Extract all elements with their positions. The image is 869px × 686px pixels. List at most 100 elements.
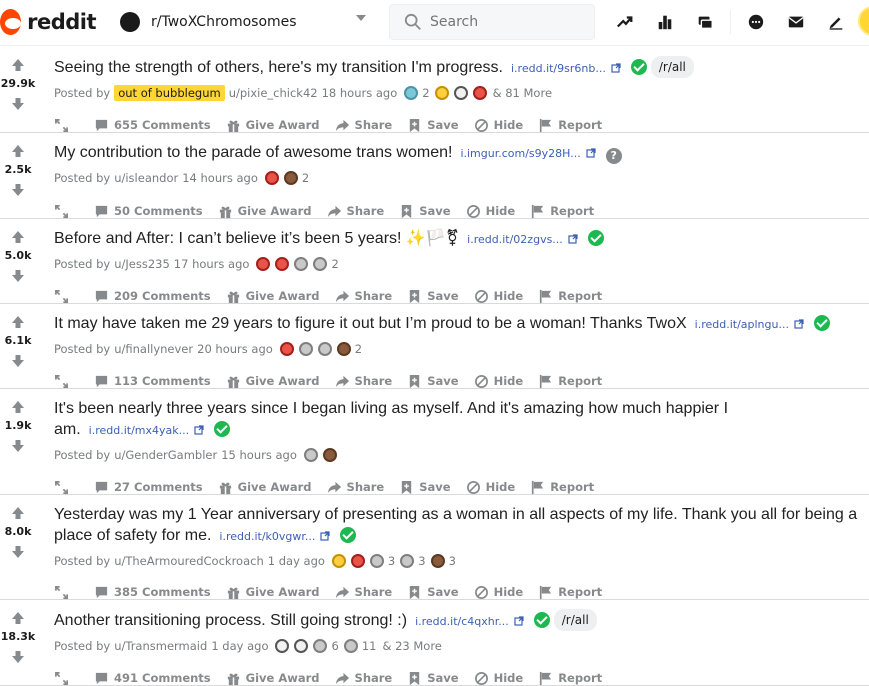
post-card[interactable]: 5.0k Before and After: I can’t believe it… bbox=[0, 219, 869, 304]
downvote-icon[interactable] bbox=[11, 544, 25, 558]
post-link-text[interactable]: i.redd.it/c4qxhr... bbox=[415, 615, 509, 628]
post-title[interactable]: My contribution to the parade of awesome… bbox=[54, 144, 452, 161]
award-icon[interactable] bbox=[336, 342, 351, 356]
downvote-icon[interactable] bbox=[11, 96, 25, 110]
hide-button[interactable]: Hide bbox=[474, 289, 523, 304]
upvote-icon[interactable] bbox=[11, 229, 25, 243]
award-icon[interactable] bbox=[313, 257, 328, 271]
post-card[interactable]: 8.0k Yesterday was my 1 Year anniversary … bbox=[0, 495, 869, 600]
post-link-text[interactable]: i.redd.it/9sr6nb... bbox=[511, 62, 606, 75]
report-button[interactable]: Report bbox=[538, 118, 602, 133]
post-title[interactable]: Yesterday was my 1 Year anniversary of p… bbox=[54, 506, 857, 544]
downvote-icon[interactable] bbox=[11, 268, 25, 282]
post-link[interactable]: i.redd.it/c4qxhr... bbox=[415, 615, 524, 628]
share-button[interactable]: Share bbox=[335, 585, 392, 600]
expand-button[interactable] bbox=[54, 204, 74, 219]
award-icon[interactable] bbox=[275, 639, 290, 653]
hide-button[interactable]: Hide bbox=[474, 585, 523, 600]
award-icon[interactable] bbox=[294, 639, 309, 653]
post-time[interactable]: 18 hours ago bbox=[322, 85, 398, 101]
save-button[interactable]: Save bbox=[407, 118, 459, 133]
award-icon[interactable] bbox=[400, 554, 415, 568]
report-button[interactable]: Report bbox=[538, 374, 602, 389]
share-button[interactable]: Share bbox=[335, 118, 392, 133]
give-award-button[interactable]: Give Award bbox=[226, 118, 320, 133]
award-icon[interactable] bbox=[404, 86, 419, 100]
give-award-button[interactable]: Give Award bbox=[218, 480, 312, 495]
award-icon[interactable] bbox=[430, 554, 445, 568]
award-icon[interactable] bbox=[343, 639, 358, 653]
expand-button[interactable] bbox=[54, 118, 74, 133]
post-card[interactable]: 6.1k It may have taken me 29 years to fig… bbox=[0, 304, 869, 389]
community-selector[interactable]: r/TwoXChromosomes bbox=[120, 8, 366, 36]
share-button[interactable]: Share bbox=[335, 289, 392, 304]
comments-button[interactable]: 50 Comments bbox=[94, 204, 203, 219]
hide-button[interactable]: Hide bbox=[466, 480, 515, 495]
stats-icon[interactable] bbox=[652, 9, 678, 35]
post-title[interactable]: Before and After: I can’t believe it’s b… bbox=[54, 230, 459, 247]
comments-button[interactable]: 655 Comments bbox=[94, 118, 211, 133]
post-card[interactable]: 29.9k Seeing the strength of others, here… bbox=[0, 47, 869, 133]
post-author[interactable]: u/pixie_chick42 bbox=[229, 85, 318, 101]
post-time[interactable]: 17 hours ago bbox=[174, 256, 250, 272]
expand-button[interactable] bbox=[54, 374, 74, 389]
post-card[interactable]: 1.9k It's been nearly three years since I… bbox=[0, 389, 869, 495]
post-time[interactable]: 15 hours ago bbox=[221, 447, 297, 463]
post-time[interactable]: 1 day ago bbox=[211, 638, 268, 654]
comments-button[interactable]: 209 Comments bbox=[94, 289, 211, 304]
award-icon[interactable] bbox=[294, 257, 309, 271]
award-icon[interactable] bbox=[472, 86, 487, 100]
post-author[interactable]: u/GenderGambler bbox=[114, 447, 217, 463]
r-all-flair[interactable]: /r/all bbox=[553, 609, 597, 631]
post-time[interactable]: 14 hours ago bbox=[182, 170, 258, 186]
save-button[interactable]: Save bbox=[399, 480, 451, 495]
post-link[interactable]: i.redd.it/k0vgwr... bbox=[219, 530, 331, 543]
share-button[interactable]: Share bbox=[327, 480, 384, 495]
create-post-icon[interactable] bbox=[823, 9, 849, 35]
coins-icon[interactable] bbox=[692, 9, 718, 35]
award-icon[interactable] bbox=[331, 554, 346, 568]
award-icon[interactable] bbox=[350, 554, 365, 568]
award-icon[interactable] bbox=[264, 171, 279, 185]
share-button[interactable]: Share bbox=[335, 374, 392, 389]
expand-button[interactable] bbox=[54, 585, 74, 600]
comments-button[interactable]: 491 Comments bbox=[94, 671, 211, 686]
post-author[interactable]: u/isleandor bbox=[114, 170, 178, 186]
post-card[interactable]: 2.5k My contribution to the parade of awe… bbox=[0, 133, 869, 219]
post-link[interactable]: i.imgur.com/s9y28H... bbox=[460, 147, 596, 160]
expand-button[interactable] bbox=[54, 671, 74, 686]
give-award-button[interactable]: Give Award bbox=[226, 671, 320, 686]
downvote-icon[interactable] bbox=[11, 182, 25, 196]
award-icon[interactable] bbox=[256, 257, 271, 271]
hide-button[interactable]: Hide bbox=[466, 204, 515, 219]
post-time[interactable]: 20 hours ago bbox=[197, 341, 273, 357]
chat-icon[interactable] bbox=[743, 9, 769, 35]
post-link[interactable]: i.redd.it/aplngu... bbox=[695, 318, 804, 331]
upvote-icon[interactable] bbox=[11, 505, 25, 519]
post-link[interactable]: i.redd.it/mx4yak... bbox=[89, 424, 204, 437]
downvote-icon[interactable] bbox=[11, 438, 25, 452]
mail-icon[interactable] bbox=[783, 9, 809, 35]
post-author[interactable]: u/TheArmouredCockroach bbox=[114, 553, 264, 569]
search-input[interactable] bbox=[430, 14, 580, 30]
more-awards[interactable]: & 81 More bbox=[493, 85, 552, 101]
upvote-icon[interactable] bbox=[11, 143, 25, 157]
upvote-icon[interactable] bbox=[11, 610, 25, 624]
save-button[interactable]: Save bbox=[407, 671, 459, 686]
award-icon[interactable] bbox=[298, 342, 313, 356]
award-icon[interactable] bbox=[313, 639, 328, 653]
hide-button[interactable]: Hide bbox=[474, 118, 523, 133]
search-box[interactable] bbox=[389, 4, 595, 40]
hide-button[interactable]: Hide bbox=[474, 374, 523, 389]
report-button[interactable]: Report bbox=[538, 289, 602, 304]
upvote-icon[interactable] bbox=[11, 399, 25, 413]
r-all-flair[interactable]: /r/all bbox=[650, 56, 694, 78]
save-button[interactable]: Save bbox=[399, 204, 451, 219]
award-icon[interactable] bbox=[369, 554, 384, 568]
hide-button[interactable]: Hide bbox=[474, 671, 523, 686]
downvote-icon[interactable] bbox=[11, 649, 25, 663]
popular-icon[interactable] bbox=[612, 9, 638, 35]
post-time[interactable]: 1 day ago bbox=[268, 553, 325, 569]
post-link-text[interactable]: i.redd.it/mx4yak... bbox=[89, 424, 189, 437]
award-icon[interactable] bbox=[453, 86, 468, 100]
